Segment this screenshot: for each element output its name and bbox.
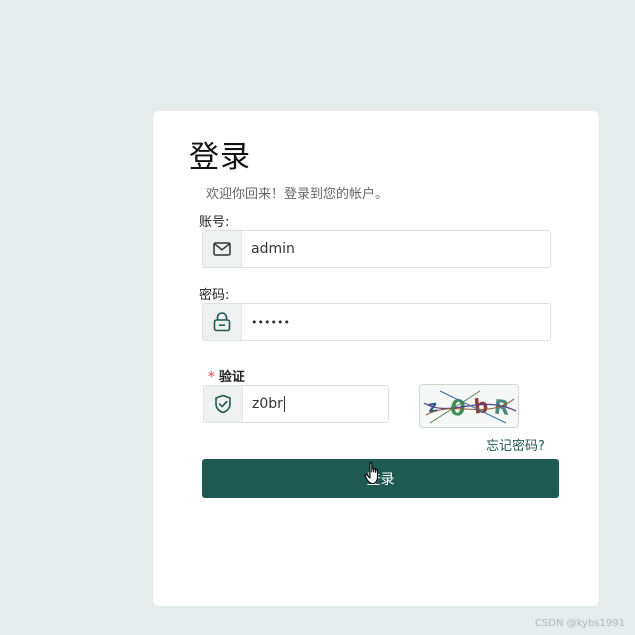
- password-label: 密码:: [199, 288, 230, 303]
- captcha-input[interactable]: z0br: [203, 385, 389, 423]
- password-value: ••••••: [251, 315, 290, 329]
- lock-icon: [203, 304, 242, 340]
- captcha-value: z0br: [252, 396, 285, 412]
- envelope-icon: [203, 231, 242, 267]
- hand-cursor-icon: [364, 461, 384, 487]
- captcha-label: * 验证: [208, 366, 245, 385]
- username-value: admin: [251, 241, 295, 257]
- page-title: 登录: [189, 140, 251, 175]
- shield-icon: [204, 386, 243, 422]
- text-caret: [283, 396, 285, 412]
- required-mark: *: [208, 370, 215, 385]
- welcome-subtitle: 欢迎你回来！登录到您的帐户。: [206, 187, 389, 202]
- captcha-label-text: 验证: [218, 370, 245, 385]
- captcha-char: b: [473, 393, 490, 418]
- username-label: 账号:: [199, 215, 230, 230]
- captcha-image[interactable]: z 0 b R: [419, 384, 519, 428]
- forgot-password-link[interactable]: 忘记密码?: [486, 435, 545, 454]
- watermark: CSDN @kybs1991: [534, 618, 625, 629]
- password-input[interactable]: ••••••: [202, 303, 551, 341]
- username-input[interactable]: admin: [202, 230, 551, 268]
